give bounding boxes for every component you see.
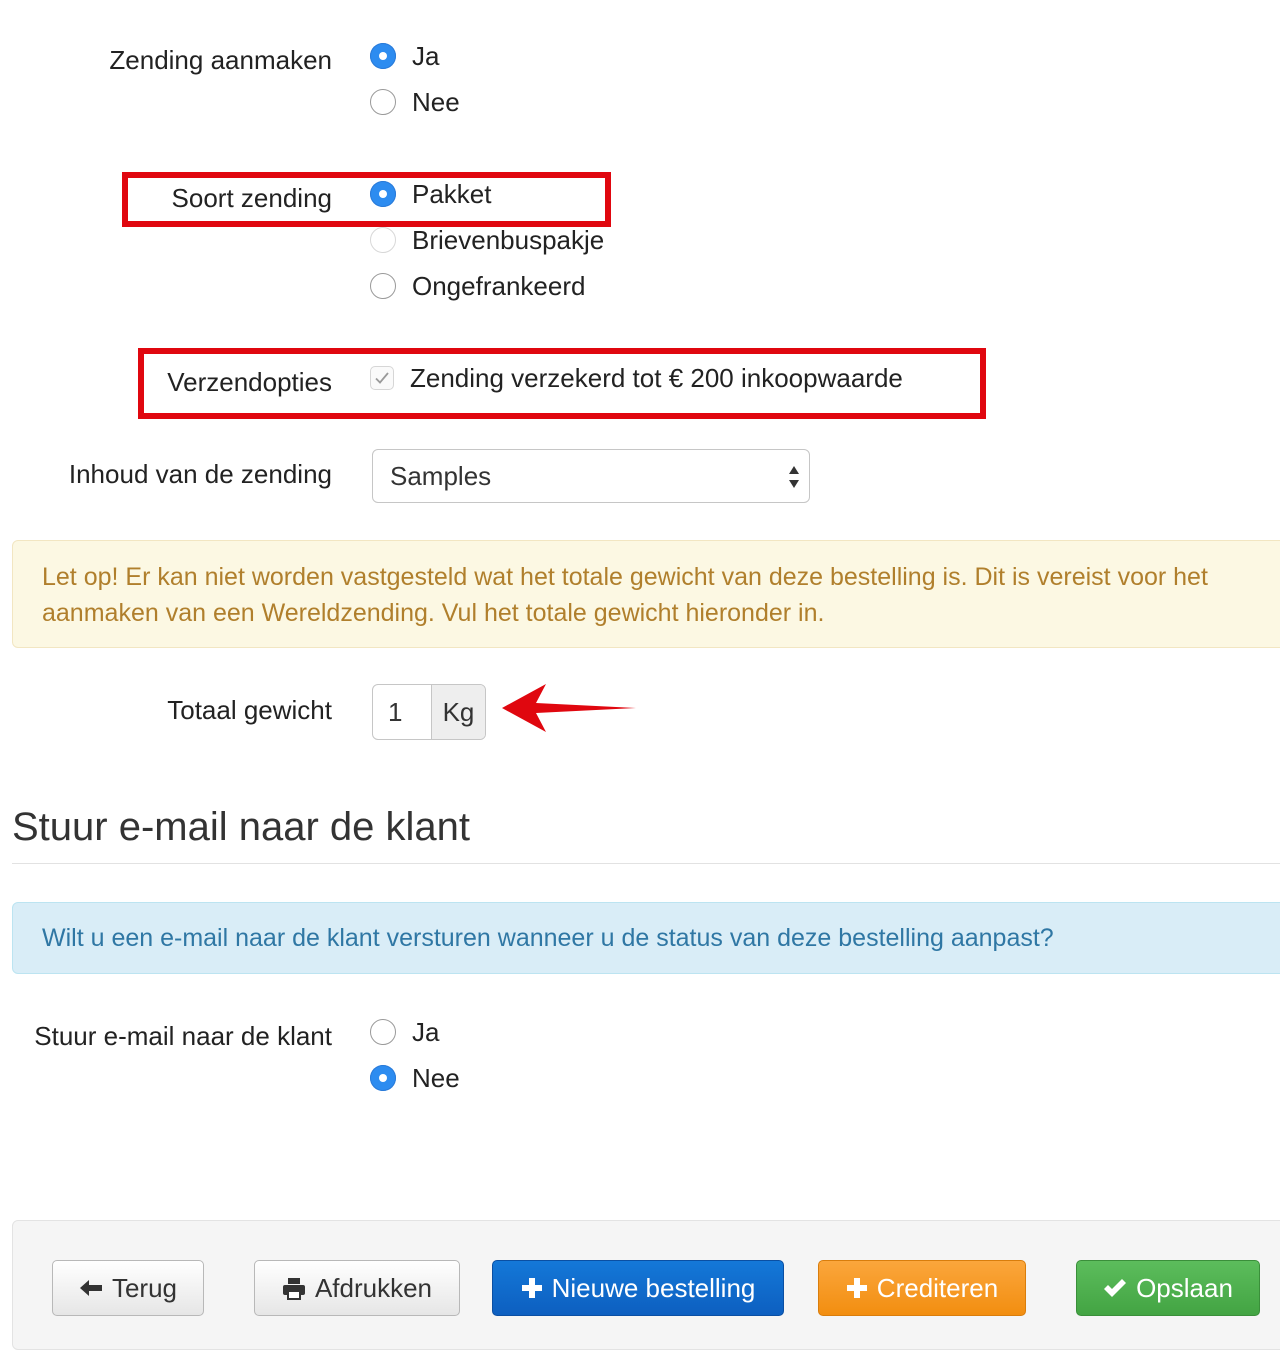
weight-warning-alert: Let op! Er kan niet worden vastgesteld w… [12, 540, 1280, 648]
insured-label: Zending verzekerd tot € 200 inkoopwaarde [410, 362, 903, 393]
plus-icon [521, 1277, 543, 1299]
printer-icon [282, 1276, 306, 1300]
shipment-type-label: Soort zending [171, 183, 332, 213]
send-email-no-radio[interactable] [370, 1065, 396, 1091]
new-order-button[interactable]: Nieuwe bestelling [492, 1260, 784, 1316]
email-info-text: Wilt u een e-mail naar de klant versture… [42, 924, 1054, 952]
total-weight-label: Totaal gewicht [167, 695, 332, 725]
credit-button[interactable]: Crediteren [818, 1260, 1026, 1316]
annotation-arrow-icon [502, 684, 636, 732]
insured-option[interactable]: Zending verzekerd tot € 200 inkoopwaarde [370, 362, 903, 394]
create-shipment-no-option[interactable]: Nee [370, 86, 460, 118]
print-button[interactable]: Afdrukken [254, 1260, 460, 1316]
shipment-type-option-ongefrankeerd[interactable]: Ongefrankeerd [370, 270, 585, 302]
checkmark-icon [375, 372, 389, 384]
shipment-type-pakket-label: Pakket [412, 178, 492, 209]
send-email-yes-radio[interactable] [370, 1019, 396, 1045]
select-arrows-icon [789, 466, 799, 488]
create-shipment-label: Zending aanmaken [109, 45, 332, 75]
credit-button-label: Crediteren [876, 1272, 999, 1303]
email-info-alert: Wilt u een e-mail naar de klant versture… [12, 902, 1280, 974]
create-shipment-no-radio[interactable] [370, 89, 396, 115]
create-shipment-yes-option[interactable]: Ja [370, 40, 439, 72]
shipment-type-brievenbuspakje-label: Brievenbuspakje [412, 224, 605, 255]
insured-checkbox[interactable] [370, 366, 394, 390]
back-button[interactable]: Terug [52, 1260, 204, 1316]
shipment-type-brievenbuspakje-radio[interactable] [370, 227, 396, 253]
weight-warning-text: Let op! Er kan niet worden vastgesteld w… [42, 563, 1208, 627]
print-button-label: Afdrukken [314, 1272, 433, 1303]
create-shipment-yes-radio[interactable] [370, 43, 396, 69]
save-button[interactable]: Opslaan [1076, 1260, 1260, 1316]
new-order-button-label: Nieuwe bestelling [551, 1272, 756, 1303]
shipment-type-pakket-radio[interactable] [370, 181, 396, 207]
shipment-type-ongefrankeerd-label: Ongefrankeerd [412, 270, 586, 301]
email-section-title: Stuur e-mail naar de klant [12, 805, 471, 849]
send-email-no-label: Nee [412, 1062, 460, 1093]
contents-label: Inhoud van de zending [68, 459, 332, 489]
section-divider [12, 863, 1280, 864]
send-email-no-option[interactable]: Nee [370, 1062, 460, 1094]
weight-unit-addon: Kg [431, 685, 485, 739]
weight-input[interactable]: 1 [373, 685, 431, 739]
contents-select-value: Samples [390, 460, 492, 491]
create-shipment-yes-label: Ja [412, 40, 440, 71]
contents-select[interactable]: Samples [372, 449, 810, 503]
arrow-left-icon [79, 1279, 103, 1297]
plus-icon [846, 1277, 868, 1299]
save-button-label: Opslaan [1136, 1272, 1233, 1303]
send-email-label: Stuur e-mail naar de klant [34, 1021, 332, 1051]
back-button-label: Terug [111, 1272, 178, 1303]
shipment-type-ongefrankeerd-radio[interactable] [370, 273, 396, 299]
shipment-type-option-brievenbuspakje[interactable]: Brievenbuspakje [370, 224, 604, 256]
create-shipment-no-label: Nee [412, 86, 460, 117]
send-email-yes-label: Ja [412, 1016, 440, 1047]
send-email-yes-option[interactable]: Ja [370, 1016, 439, 1048]
weight-input-group: 1 Kg [372, 684, 486, 740]
shipping-options-label: Verzendopties [167, 367, 332, 397]
checkmark-icon [1103, 1277, 1127, 1299]
shipment-type-option-pakket[interactable]: Pakket [370, 178, 492, 210]
